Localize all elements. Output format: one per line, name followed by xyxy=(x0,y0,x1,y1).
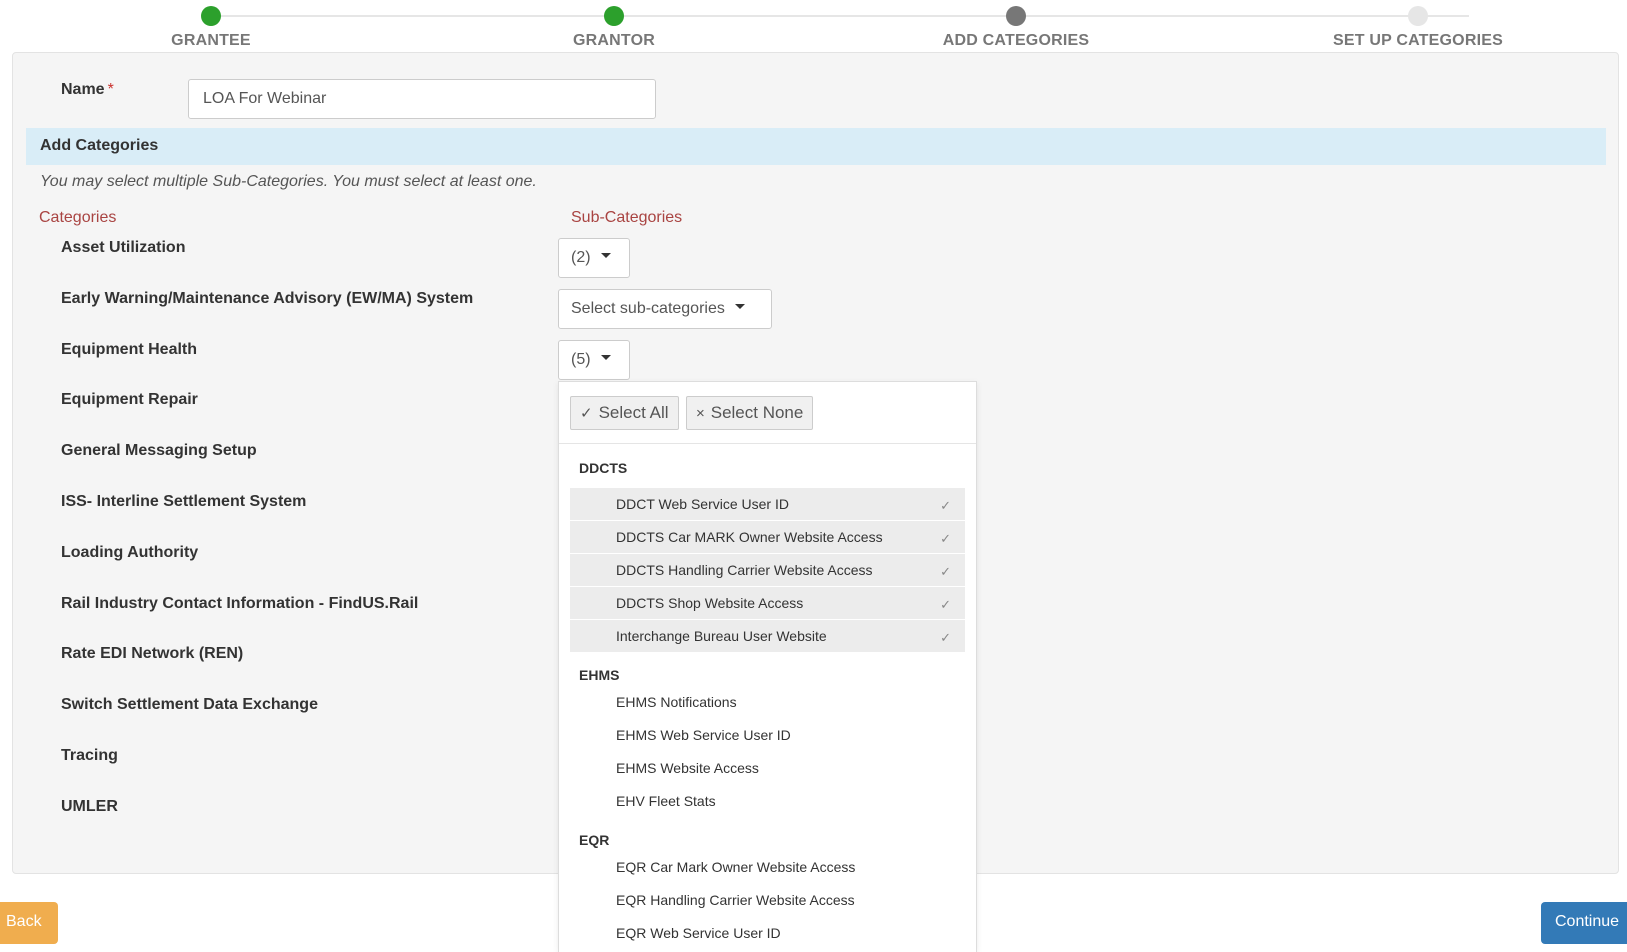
option-label: EQR Handling Carrier Website Access xyxy=(616,892,855,908)
category-switch-settlement: Switch Settlement Data Exchange xyxy=(61,696,318,713)
name-label: Name * xyxy=(61,81,114,99)
category-early-warning: Early Warning/Maintenance Advisory (EW/M… xyxy=(61,290,474,307)
category-equipment-repair: Equipment Repair xyxy=(61,391,198,408)
category-rate-edi: Rate EDI Network (REN) xyxy=(61,645,244,662)
option-label: EQR Web Service User ID xyxy=(616,925,781,941)
subcategory-dropdown-menu: ✓ Select All × Select None DDCTS DDCT Web … xyxy=(558,381,977,952)
category-findus-rail: Rail Industry Contact Information - Find… xyxy=(61,595,419,612)
category-umler: UMLER xyxy=(61,798,118,815)
option-ehms-notifications[interactable]: EHMS Notifications xyxy=(570,686,965,719)
subcategories-column-header: Sub-Categories xyxy=(571,209,683,226)
option-ddcts-car-mark-owner[interactable]: DDCTS Car MARK Owner Website Access ✓ xyxy=(570,521,965,554)
option-label: DDCTS Handling Carrier Website Access xyxy=(616,562,873,578)
option-label: DDCT Web Service User ID xyxy=(616,496,789,512)
category-equipment-health: Equipment Health xyxy=(61,341,198,358)
option-ehms-web-service-user-id[interactable]: EHMS Web Service User ID xyxy=(570,719,965,752)
select-none-label: Select None xyxy=(710,403,804,422)
step-label: ADD CATEGORIES xyxy=(942,32,1090,49)
category-loading-authority: Loading Authority xyxy=(61,544,199,561)
dropdown-value: (2) xyxy=(571,249,591,266)
check-icon: ✓ xyxy=(940,531,951,546)
back-button[interactable]: Back xyxy=(0,902,58,944)
select-none-button[interactable]: × Select None xyxy=(685,396,814,430)
categories-column-header: Categories xyxy=(39,209,117,226)
stepper-line xyxy=(211,15,1469,17)
step-dot-icon xyxy=(604,6,624,26)
step-dot-icon xyxy=(1408,6,1428,26)
subcategory-dropdown-early-warning[interactable]: Select sub-categories xyxy=(558,289,772,329)
step-dot-icon xyxy=(1006,6,1026,26)
step-grantor: GRANTOR xyxy=(504,6,724,50)
check-icon: ✓ xyxy=(940,498,951,513)
option-label: DDCTS Car MARK Owner Website Access xyxy=(616,529,883,545)
name-label-text: Name xyxy=(61,81,105,98)
option-ddcts-shop-website[interactable]: DDCTS Shop Website Access ✓ xyxy=(570,587,965,620)
option-eqr-handling-carrier[interactable]: EQR Handling Carrier Website Access xyxy=(570,884,965,917)
select-all-button[interactable]: ✓ Select All xyxy=(570,396,679,430)
subcategory-dropdown-equipment-health[interactable]: (5) xyxy=(558,340,630,380)
category-tracing: Tracing xyxy=(61,747,118,764)
continue-button[interactable]: Continue xyxy=(1541,902,1627,944)
option-group-ehms: EHMS xyxy=(579,667,620,683)
option-label: EHV Fleet Stats xyxy=(616,793,716,809)
category-iss: ISS- Interline Settlement System xyxy=(61,493,307,510)
option-interchange-bureau[interactable]: Interchange Bureau User Website ✓ xyxy=(570,620,965,653)
required-marker: * xyxy=(107,81,114,98)
step-grantee: GRANTEE xyxy=(101,6,321,50)
name-input[interactable] xyxy=(188,79,656,119)
option-ehv-fleet-stats[interactable]: EHV Fleet Stats xyxy=(570,785,965,818)
select-all-label: Select All xyxy=(598,403,669,422)
option-label: EHMS Website Access xyxy=(616,760,759,776)
option-eqr-car-mark-owner[interactable]: EQR Car Mark Owner Website Access xyxy=(570,851,965,884)
caret-down-icon xyxy=(600,355,611,361)
option-label: EQR Car Mark Owner Website Access xyxy=(616,859,856,875)
step-set-up-categories: SET UP CATEGORIES xyxy=(1308,6,1528,50)
step-label: GRANTEE xyxy=(171,32,251,49)
section-header-add-categories: Add Categories xyxy=(26,128,1606,165)
caret-down-icon xyxy=(734,304,745,310)
check-icon: ✓ xyxy=(940,564,951,579)
option-group-ddcts: DDCTS xyxy=(579,460,628,476)
option-label: EHMS Web Service User ID xyxy=(616,727,791,743)
caret-down-icon xyxy=(600,253,611,259)
step-add-categories: ADD CATEGORIES xyxy=(906,6,1126,50)
category-asset-utilization: Asset Utilization xyxy=(61,239,186,256)
dropdown-value: (5) xyxy=(571,351,591,368)
menu-actions: ✓ Select All × Select None xyxy=(559,382,976,444)
dropdown-value: Select sub-categories xyxy=(571,300,725,317)
subcategory-dropdown-asset-utilization[interactable]: (2) xyxy=(558,238,630,278)
option-label: EHMS Notifications xyxy=(616,694,737,710)
category-general-messaging: General Messaging Setup xyxy=(61,442,257,459)
step-dot-icon xyxy=(201,6,221,26)
check-icon: ✓ xyxy=(940,597,951,612)
option-label: Interchange Bureau User Website xyxy=(616,628,827,644)
check-icon: ✓ xyxy=(940,630,951,645)
check-icon: ✓ xyxy=(580,405,593,422)
option-eqr-web-service-user-id[interactable]: EQR Web Service User ID xyxy=(570,917,965,950)
step-label: GRANTOR xyxy=(573,32,655,49)
option-ddcts-handling-carrier[interactable]: DDCTS Handling Carrier Website Access ✓ xyxy=(570,554,965,587)
option-ehms-website-access[interactable]: EHMS Website Access xyxy=(570,752,965,785)
close-icon: × xyxy=(695,405,705,422)
step-label: SET UP CATEGORIES xyxy=(1333,32,1503,49)
instruction-note: You may select multiple Sub-Categories. … xyxy=(40,173,537,190)
option-group-eqr: EQR xyxy=(579,832,610,848)
progress-stepper: GRANTEE GRANTOR ADD CATEGORIES SET UP CA… xyxy=(0,0,1627,50)
option-label: DDCTS Shop Website Access xyxy=(616,595,804,611)
option-ddct-web-service-user-id[interactable]: DDCT Web Service User ID ✓ xyxy=(570,488,965,521)
